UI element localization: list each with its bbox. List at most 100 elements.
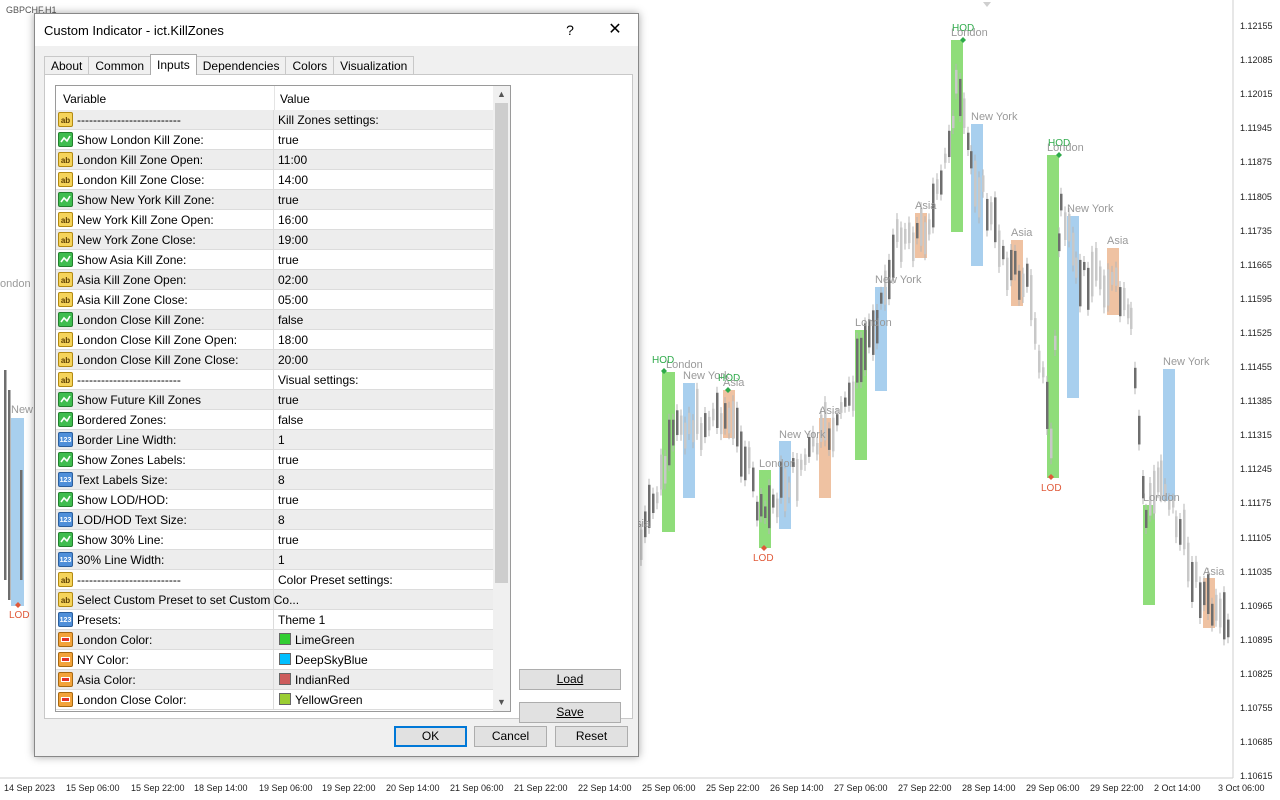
- value-cell[interactable]: 8: [275, 510, 493, 529]
- input-row[interactable]: Show Asia Kill Zone: true: [56, 250, 493, 270]
- variable-value: true: [278, 193, 299, 207]
- value-cell[interactable]: 16:00: [275, 210, 493, 229]
- candle-body: [928, 219, 931, 235]
- close-icon[interactable]: ✕: [603, 18, 627, 42]
- candle-body: [1119, 287, 1122, 317]
- input-row[interactable]: Show London Kill Zone: true: [56, 130, 493, 150]
- load-button[interactable]: Load: [519, 669, 621, 690]
- candle-body: [692, 420, 695, 443]
- input-row[interactable]: Show New York Kill Zone: true: [56, 190, 493, 210]
- value-cell[interactable]: [275, 590, 493, 609]
- value-cell[interactable]: true: [275, 190, 493, 209]
- candle-body: [1195, 561, 1198, 582]
- scroll-up-icon[interactable]: ▲: [493, 86, 510, 103]
- variable-value: LimeGreen: [295, 633, 355, 647]
- input-row[interactable]: ab -------------------------- Visual setti…: [56, 370, 493, 390]
- input-row[interactable]: ab New York Zone Close: 19:00: [56, 230, 493, 250]
- value-cell[interactable]: 05:00: [275, 290, 493, 309]
- candle-body: [1211, 603, 1214, 626]
- column-header-variable[interactable]: Variable: [63, 92, 106, 106]
- help-button[interactable]: ?: [558, 18, 582, 42]
- input-row[interactable]: ab London Kill Zone Open: 11:00: [56, 150, 493, 170]
- value-cell[interactable]: IndianRed: [275, 670, 493, 689]
- value-cell[interactable]: true: [275, 250, 493, 269]
- input-row[interactable]: NY Color: DeepSkyBlue: [56, 650, 493, 670]
- cancel-button[interactable]: Cancel: [474, 726, 547, 747]
- input-row[interactable]: 123 Text Labels Size: 8: [56, 470, 493, 490]
- tab-about[interactable]: About: [44, 56, 90, 75]
- input-row[interactable]: ab Select Custom Preset to set Custom Co.…: [56, 590, 493, 610]
- value-cell[interactable]: LimeGreen: [275, 630, 493, 649]
- input-row[interactable]: ab Asia Kill Zone Close: 05:00: [56, 290, 493, 310]
- tab-colors[interactable]: Colors: [285, 56, 335, 75]
- value-cell[interactable]: 02:00: [275, 270, 493, 289]
- candle-body: [20, 470, 23, 580]
- reset-button[interactable]: Reset: [555, 726, 628, 747]
- time-tick-label: 20 Sep 14:00: [386, 783, 440, 793]
- value-cell[interactable]: Theme 1: [275, 610, 493, 629]
- candle-body: [1183, 509, 1186, 550]
- input-row[interactable]: ab London Close Kill Zone Open: 18:00: [56, 330, 493, 350]
- input-row[interactable]: London Close Kill Zone: false: [56, 310, 493, 330]
- title-bar[interactable]: Custom Indicator - ict.KillZones ? ✕: [35, 14, 638, 46]
- input-row[interactable]: Bordered Zones: false: [56, 410, 493, 430]
- variable-value: false: [278, 413, 304, 427]
- value-cell[interactable]: false: [275, 310, 493, 329]
- scroll-thumb[interactable]: [495, 103, 508, 583]
- grid-scrollbar[interactable]: ▲ ▼: [493, 86, 510, 711]
- value-cell[interactable]: Visual settings:: [275, 370, 493, 389]
- candle-body: [704, 413, 707, 438]
- shift-marker-icon[interactable]: [983, 2, 991, 7]
- input-row[interactable]: Asia Color: IndianRed: [56, 670, 493, 690]
- value-cell[interactable]: DeepSkyBlue: [275, 650, 493, 669]
- input-row[interactable]: London Color: LimeGreen: [56, 630, 493, 650]
- tab-common[interactable]: Common: [88, 56, 152, 75]
- value-cell[interactable]: 1: [275, 430, 493, 449]
- value-cell[interactable]: Kill Zones settings:: [275, 110, 493, 129]
- london-kill-zone: [1047, 155, 1059, 478]
- value-cell[interactable]: true: [275, 490, 493, 509]
- input-row[interactable]: 123 Border Line Width: 1: [56, 430, 493, 450]
- input-row[interactable]: ab London Close Kill Zone Close: 20:00: [56, 350, 493, 370]
- variable-value: Color Preset settings:: [278, 573, 393, 587]
- input-row[interactable]: ab -------------------------- Kill Zones s…: [56, 110, 493, 130]
- save-button[interactable]: Save: [519, 702, 621, 723]
- value-cell[interactable]: true: [275, 130, 493, 149]
- candle-body: [1187, 542, 1190, 582]
- input-row[interactable]: Show LOD/HOD: true: [56, 490, 493, 510]
- value-cell[interactable]: 11:00: [275, 150, 493, 169]
- input-row[interactable]: Show Future Kill Zones true: [56, 390, 493, 410]
- scroll-down-icon[interactable]: ▼: [493, 694, 510, 711]
- value-cell[interactable]: 8: [275, 470, 493, 489]
- value-cell[interactable]: 1: [275, 550, 493, 569]
- value-cell[interactable]: false: [275, 410, 493, 429]
- column-header-value[interactable]: Value: [280, 92, 310, 106]
- input-row[interactable]: London Close Color: YellowGreen: [56, 690, 493, 710]
- input-row[interactable]: 123 30% Line Width: 1: [56, 550, 493, 570]
- value-cell[interactable]: YellowGreen: [275, 690, 493, 709]
- column-divider[interactable]: [274, 86, 275, 110]
- value-cell[interactable]: true: [275, 390, 493, 409]
- tab-dependencies[interactable]: Dependencies: [195, 56, 287, 75]
- input-row[interactable]: 123 Presets: Theme 1: [56, 610, 493, 630]
- input-row[interactable]: ab Asia Kill Zone Open: 02:00: [56, 270, 493, 290]
- value-cell[interactable]: 14:00: [275, 170, 493, 189]
- tab-inputs[interactable]: Inputs: [150, 54, 197, 75]
- input-row[interactable]: 123 LOD/HOD Text Size: 8: [56, 510, 493, 530]
- input-row[interactable]: ab London Kill Zone Close: 14:00: [56, 170, 493, 190]
- value-cell[interactable]: 20:00: [275, 350, 493, 369]
- value-cell[interactable]: Color Preset settings:: [275, 570, 493, 589]
- value-cell[interactable]: 19:00: [275, 230, 493, 249]
- ok-button[interactable]: OK: [394, 726, 467, 747]
- value-cell[interactable]: true: [275, 530, 493, 549]
- value-cell[interactable]: true: [275, 450, 493, 469]
- session-label: New York: [875, 274, 922, 286]
- input-row[interactable]: ab -------------------------- Color Preset…: [56, 570, 493, 590]
- value-cell[interactable]: 18:00: [275, 330, 493, 349]
- input-row[interactable]: ab New York Kill Zone Open: 16:00: [56, 210, 493, 230]
- candle-body: [908, 222, 911, 244]
- input-row[interactable]: Show Zones Labels: true: [56, 450, 493, 470]
- bool-type-icon: [58, 252, 73, 267]
- input-row[interactable]: Show 30% Line: true: [56, 530, 493, 550]
- tab-visualization[interactable]: Visualization: [333, 56, 415, 75]
